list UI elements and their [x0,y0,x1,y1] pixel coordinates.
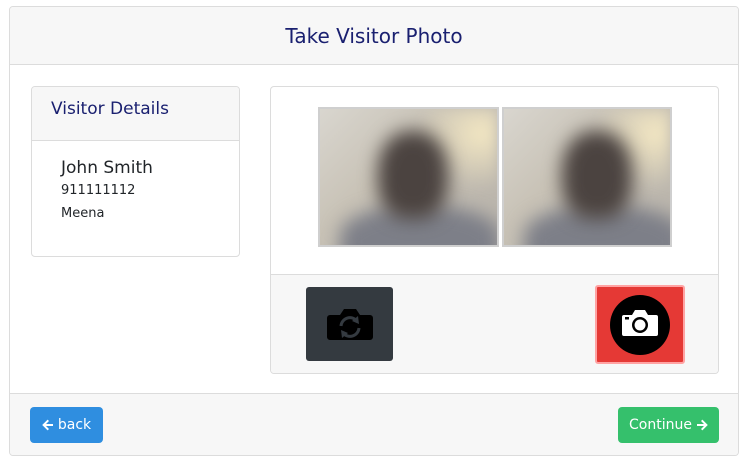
card-header: Take Visitor Photo [10,7,738,65]
visitor-details-body: John Smith 911111112 Meena [32,141,239,221]
card-footer: back Continue [10,393,738,455]
visitor-details-card: Visitor Details John Smith 911111112 Mee… [31,86,240,257]
visitor-host: Meena [61,206,105,221]
visitor-details-header: Visitor Details [32,87,239,141]
visitor-details-title: Visitor Details [51,99,169,119]
continue-button[interactable]: Continue [618,407,719,443]
live-camera-preview [318,107,499,247]
camera-icon [621,308,659,341]
arrow-right-icon [692,419,708,431]
preview-subject-head [378,131,448,219]
camera-controls [271,274,718,373]
visitor-photo-card: Take Visitor Photo Visitor Details John … [9,6,739,456]
visitor-phone: 911111112 [61,183,136,198]
camera-panel [270,86,719,374]
back-button-label: back [57,417,92,433]
back-button[interactable]: back [30,407,103,443]
captured-photo [502,107,672,247]
arrow-left-icon [42,419,58,431]
switch-camera-button[interactable] [306,287,393,361]
continue-button-label: Continue [629,417,692,433]
captured-subject-head [562,131,632,219]
capture-circle [610,294,670,355]
camera-rotate-icon [326,305,373,344]
visitor-name: John Smith [61,158,153,178]
page-title: Take Visitor Photo [285,23,463,48]
capture-photo-button[interactable] [595,285,685,364]
